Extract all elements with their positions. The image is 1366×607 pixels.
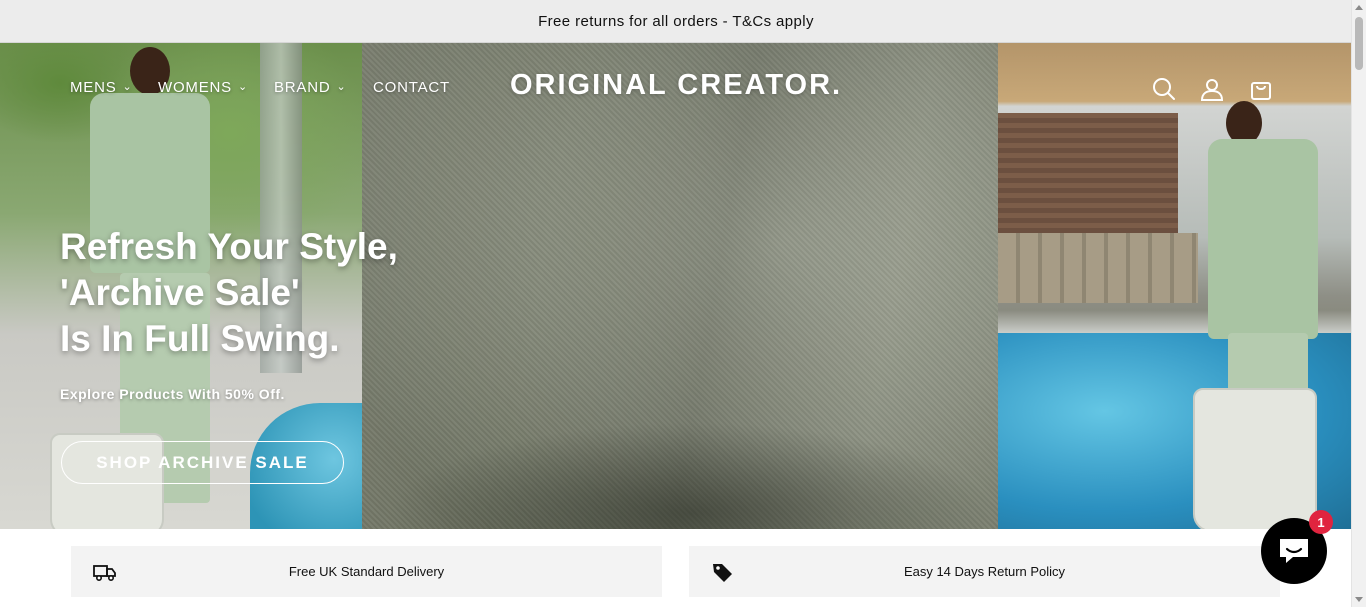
announcement-text: Free returns for all orders - T&Cs apply <box>538 12 814 30</box>
hero-headline-line: Is In Full Swing. <box>60 318 340 359</box>
announcement-bar: Free returns for all orders - T&Cs apply <box>0 0 1352 43</box>
chevron-down-icon: ⌄ <box>237 81 248 93</box>
chevron-down-icon: ⌄ <box>122 81 133 93</box>
nav-item-label: MENS <box>70 79 117 96</box>
hero-headline-line: Refresh Your Style, <box>60 226 398 267</box>
chat-bubble-icon <box>1280 539 1308 563</box>
scrollbar-thumb[interactable] <box>1355 17 1363 70</box>
feature-returns: Easy 14 Days Return Policy <box>689 546 1280 597</box>
site-header: MENS ⌄ WOMENS ⌄ BRAND ⌄ CONTACT ORIGINAL… <box>0 43 1352 133</box>
hero-copy: Refresh Your Style, 'Archive Sale' Is In… <box>60 224 398 362</box>
delivery-truck-icon <box>93 561 117 583</box>
account-icon[interactable] <box>1199 76 1225 102</box>
cart-icon[interactable] <box>1248 76 1274 102</box>
price-tag-icon <box>711 561 735 583</box>
nav-item-label: WOMENS <box>158 79 232 96</box>
nav-item-womens[interactable]: WOMENS ⌄ <box>158 79 248 96</box>
scroll-up-icon[interactable] <box>1355 5 1363 10</box>
feature-label: Easy 14 Days Return Policy <box>903 564 1066 579</box>
nav-item-label: BRAND <box>274 79 331 96</box>
feature-label: Free UK Standard Delivery <box>288 564 445 579</box>
chat-button[interactable]: 1 <box>1261 510 1333 584</box>
nav-item-contact[interactable]: CONTACT <box>373 79 450 96</box>
hero-subtext: Explore Products With 50% Off. <box>60 386 285 402</box>
page-scrollbar[interactable] <box>1351 0 1366 607</box>
hero-headline-line: 'Archive Sale' <box>60 272 300 313</box>
nav-item-label: CONTACT <box>373 79 450 96</box>
brand-logo[interactable]: ORIGINAL CREATOR. <box>510 69 842 102</box>
chevron-down-icon: ⌄ <box>336 81 347 93</box>
shop-archive-sale-button[interactable]: SHOP ARCHIVE SALE <box>61 441 344 484</box>
chat-badge: 1 <box>1309 510 1333 534</box>
search-icon[interactable] <box>1151 76 1177 102</box>
hero-headline: Refresh Your Style, 'Archive Sale' Is In… <box>60 224 398 362</box>
nav-item-brand[interactable]: BRAND ⌄ <box>274 79 347 96</box>
nav-item-mens[interactable]: MENS ⌄ <box>70 79 133 96</box>
feature-free-delivery: Free UK Standard Delivery <box>71 546 662 597</box>
scroll-down-icon[interactable] <box>1355 597 1363 602</box>
